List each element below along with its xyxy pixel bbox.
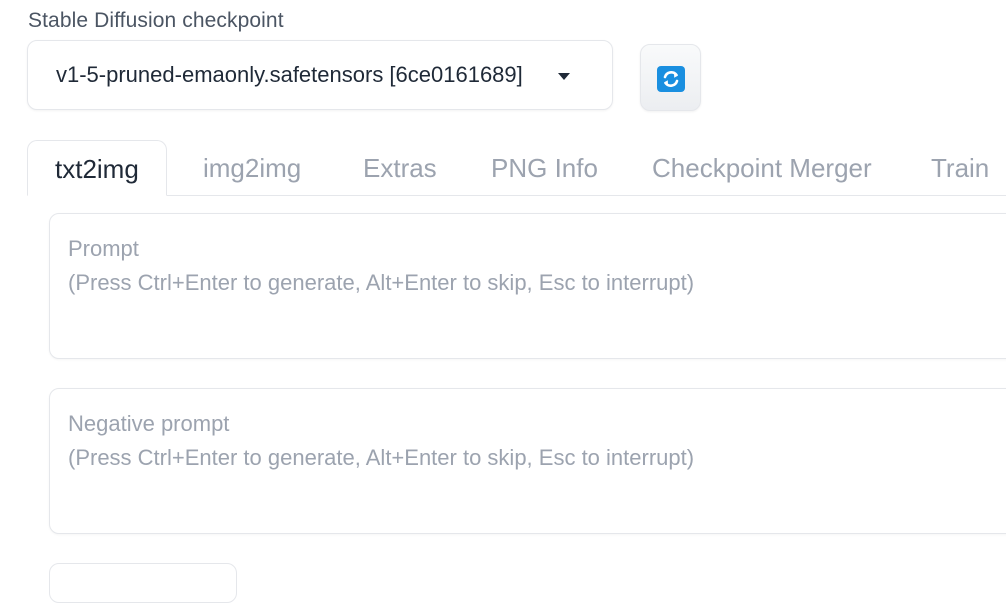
tab-train[interactable]: Train — [931, 140, 989, 196]
tab-checkpoint-merger[interactable]: Checkpoint Merger — [652, 140, 872, 196]
checkpoint-label: Stable Diffusion checkpoint — [28, 9, 284, 32]
refresh-icon — [657, 66, 685, 92]
negative-prompt-input[interactable]: Negative prompt (Press Ctrl+Enter to gen… — [49, 388, 1006, 534]
tab-img2img[interactable]: img2img — [203, 140, 301, 196]
refresh-checkpoints-button[interactable] — [640, 44, 701, 111]
tab-extras[interactable]: Extras — [363, 140, 437, 196]
tab-png-info[interactable]: PNG Info — [491, 140, 598, 196]
checkpoint-dropdown[interactable]: v1-5-pruned-emaonly.safetensors [6ce0161… — [27, 40, 613, 110]
chevron-down-icon — [558, 73, 570, 80]
prompt-placeholder-title: Prompt — [68, 236, 139, 261]
partial-control-box[interactable] — [49, 563, 237, 603]
prompt-input[interactable]: Prompt (Press Ctrl+Enter to generate, Al… — [49, 213, 1006, 359]
negative-prompt-placeholder-title: Negative prompt — [68, 411, 230, 436]
negative-prompt-placeholder-hint: (Press Ctrl+Enter to generate, Alt+Enter… — [68, 445, 695, 470]
main-tabs: txt2img img2img Extras PNG Info Checkpoi… — [27, 140, 1006, 196]
prompt-placeholder-hint: (Press Ctrl+Enter to generate, Alt+Enter… — [68, 270, 695, 295]
tab-txt2img[interactable]: txt2img — [27, 140, 167, 196]
checkpoint-selected-value: v1-5-pruned-emaonly.safetensors [6ce0161… — [56, 62, 523, 87]
